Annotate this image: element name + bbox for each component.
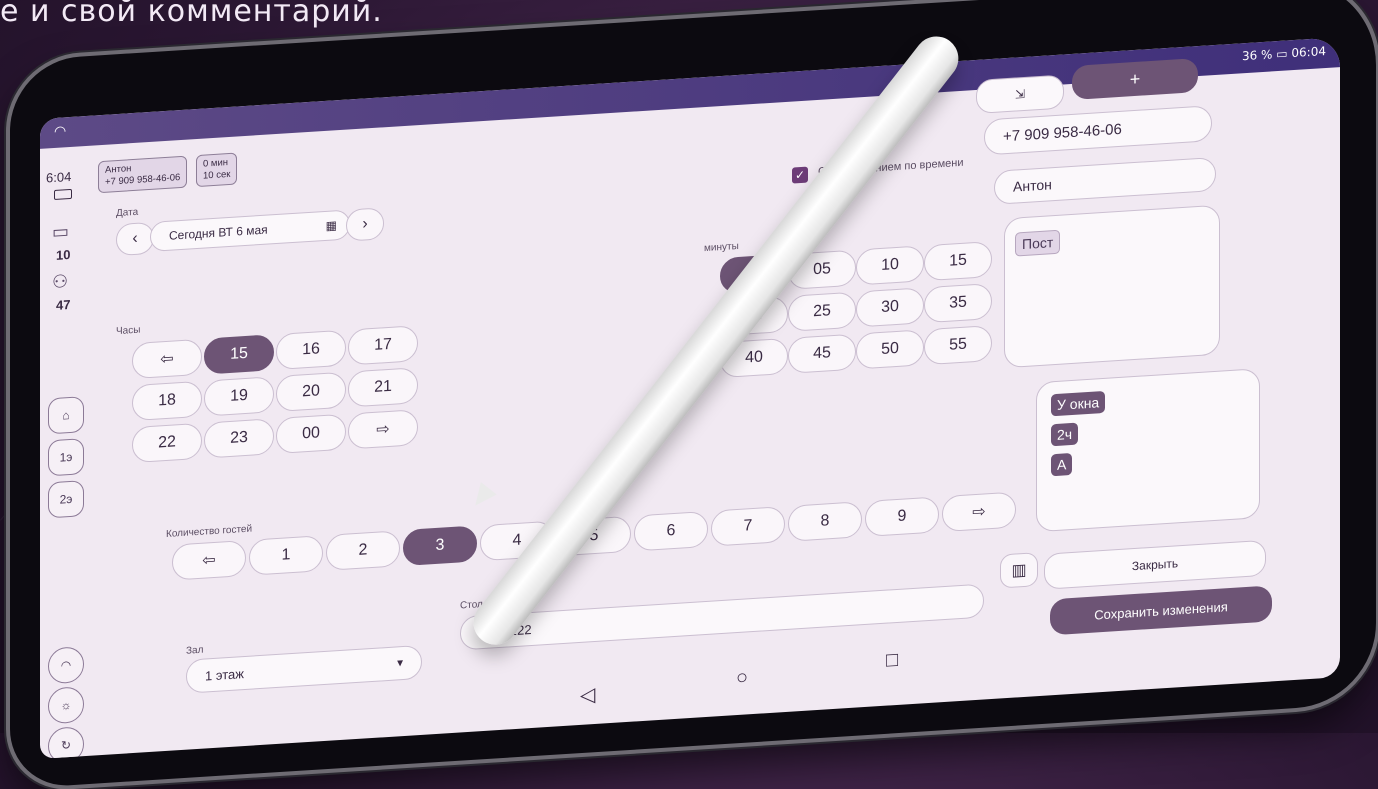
date-label: Дата [116, 206, 139, 220]
collapse-button[interactable]: ⇲ [976, 74, 1064, 115]
time-limit-checkbox[interactable]: ✓ [792, 166, 808, 184]
guest-count-option[interactable]: 6 [634, 510, 708, 552]
people-icon: ⚇ [52, 271, 69, 293]
phone-field[interactable]: +7 909 958-46-06 [984, 105, 1212, 156]
minute-option[interactable]: 55 [924, 324, 992, 366]
minute-option[interactable]: 50 [856, 329, 924, 370]
hours-prev-button[interactable]: ⇦ [132, 338, 202, 380]
guest-count-option[interactable]: 8 [788, 501, 862, 542]
hours-next-button[interactable]: ⇨ [348, 409, 418, 450]
close-button[interactable]: Закрыть [1044, 539, 1266, 590]
add-button[interactable]: + [1072, 58, 1198, 100]
hours-label: Часы [116, 324, 141, 338]
map-button[interactable]: ▥ [1000, 552, 1038, 589]
minute-option[interactable]: 35 [924, 282, 992, 324]
guest-count-option[interactable]: 1 [249, 535, 323, 576]
guests-next-button[interactable]: ⇨ [942, 491, 1016, 533]
guests-count: 47 [56, 296, 71, 313]
back-icon[interactable]: ◁ [580, 682, 595, 708]
hour-option[interactable]: 23 [204, 418, 274, 459]
guest-chip[interactable]: Антон +7 909 958-46-06 [98, 155, 188, 194]
minute-option[interactable]: 30 [856, 287, 924, 328]
minute-option[interactable]: 45 [788, 333, 856, 374]
hour-option[interactable]: 16 [276, 329, 346, 371]
status-right: 36 % ▭ 06:04 [1241, 43, 1326, 64]
guests-prev-button[interactable]: ⇦ [172, 539, 246, 581]
guest-count-option[interactable]: 3 [403, 525, 477, 567]
wifi-button[interactable]: ◠ [48, 646, 84, 685]
guest-count-option[interactable]: 2 [326, 530, 400, 571]
hour-option[interactable]: 21 [348, 367, 418, 408]
tags-box: У окна 2ч А [1036, 368, 1260, 533]
name-field[interactable]: Антон [994, 156, 1216, 205]
tag-chip[interactable]: 2ч [1051, 422, 1079, 447]
guests-label: Количество гостей [166, 523, 253, 540]
home-button[interactable]: ⌂ [48, 396, 84, 435]
background-caption: е и свой комментарий. [0, 0, 383, 29]
hour-option[interactable]: 00 [276, 413, 346, 455]
dropdown-icon: ▼ [395, 657, 405, 670]
minute-option[interactable]: 15 [924, 240, 992, 282]
hour-option[interactable]: 22 [132, 422, 202, 464]
wifi-icon: ◠ [54, 122, 67, 140]
hour-option[interactable]: 15 [204, 334, 274, 375]
hour-option[interactable]: 20 [276, 371, 346, 413]
tag-post[interactable]: Пост [1015, 229, 1061, 257]
hour-option[interactable]: 19 [204, 376, 274, 417]
tables-count: 10 [56, 246, 71, 263]
hall-label: Зал [186, 644, 204, 657]
next-date-button[interactable]: › [346, 207, 384, 242]
rail-time: 6:04 [46, 168, 72, 186]
date-field[interactable]: Сегодня ВТ 6 мая ▦ [150, 209, 350, 252]
tag-chip[interactable]: У окна [1051, 390, 1106, 417]
comment-box[interactable]: Пост [1004, 204, 1220, 369]
guest-count-option[interactable]: 9 [865, 496, 939, 537]
minute-option[interactable]: 25 [788, 291, 856, 332]
hall-1-button[interactable]: 1э [48, 438, 84, 477]
battery-icon [54, 188, 72, 201]
table-icon: ▭ [52, 221, 70, 243]
recents-icon[interactable]: □ [886, 649, 898, 673]
hall-2-button[interactable]: 2э [48, 480, 84, 519]
guest-count-option[interactable]: 7 [711, 506, 785, 547]
hour-option[interactable]: 17 [348, 325, 418, 366]
minute-option[interactable]: 10 [856, 245, 924, 286]
prev-date-button[interactable]: ‹ [116, 221, 154, 257]
hour-option[interactable]: 18 [132, 380, 202, 422]
calendar-icon: ▦ [325, 218, 337, 233]
tag-chip[interactable]: А [1051, 452, 1073, 477]
home-nav-icon[interactable]: ○ [736, 666, 748, 690]
guest-duration: 0 мин 10 сек [196, 152, 238, 188]
minutes-label: минуты [704, 240, 739, 255]
save-button[interactable]: Сохранить изменения [1050, 585, 1272, 636]
left-rail: 6:04 ▭ 10 ⚇ 47 ⌂ 1э 2э ◠ ☼ ↻ [40, 145, 94, 759]
